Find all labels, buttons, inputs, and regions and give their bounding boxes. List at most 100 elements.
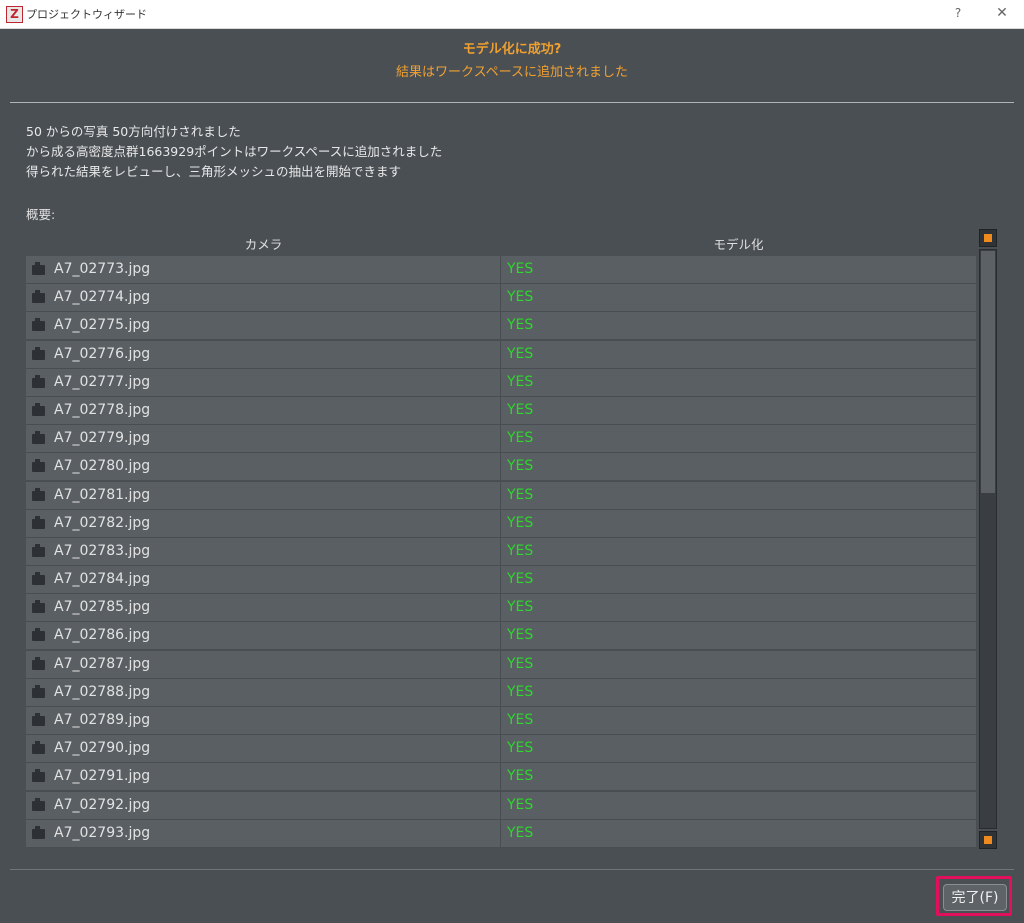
table-row[interactable]: A7_02778.jpg YES — [26, 396, 976, 426]
modeled-cell[interactable]: YES — [501, 481, 976, 509]
camera-table: A7_02773.jpg YES A7_02774.jpg YES A7_02775.j… — [26, 256, 976, 848]
modeled-status: YES — [507, 373, 534, 390]
modeled-cell[interactable]: YES — [501, 453, 976, 481]
modeled-status: YES — [507, 599, 534, 616]
table-row[interactable]: A7_02791.jpg YES — [26, 763, 976, 792]
modeled-cell[interactable]: YES — [501, 594, 976, 622]
table-row[interactable]: A7_02786.jpg YES — [26, 622, 976, 651]
scrollbar-track[interactable] — [979, 249, 997, 829]
help-button[interactable]: ? — [950, 4, 966, 22]
modeled-status: YES — [507, 486, 534, 503]
camera-icon — [32, 797, 45, 811]
camera-cell[interactable]: A7_02786.jpg — [26, 622, 501, 650]
modeled-status: YES — [507, 627, 534, 644]
camera-icon — [32, 346, 45, 360]
camera-name: A7_02782.jpg — [54, 514, 151, 531]
camera-name: A7_02785.jpg — [54, 599, 151, 616]
camera-icon — [32, 543, 45, 557]
camera-cell[interactable]: A7_02793.jpg — [26, 819, 501, 847]
table-row[interactable]: A7_02787.jpg YES — [26, 650, 976, 679]
camera-cell[interactable]: A7_02791.jpg — [26, 763, 501, 791]
camera-icon — [32, 656, 45, 670]
modeled-cell[interactable]: YES — [501, 735, 976, 763]
modeled-cell[interactable]: YES — [501, 566, 976, 594]
camera-icon — [32, 713, 45, 726]
camera-name: A7_02783.jpg — [54, 542, 151, 559]
scrollbar-thumb[interactable] — [981, 251, 995, 493]
table-row[interactable]: A7_02792.jpg YES — [26, 791, 976, 820]
camera-name: A7_02788.jpg — [54, 683, 151, 700]
footer-divider — [10, 869, 1014, 870]
camera-cell[interactable]: A7_02783.jpg — [26, 537, 501, 565]
modeled-cell[interactable]: YES — [501, 256, 976, 283]
modeled-cell[interactable]: YES — [501, 368, 976, 396]
table-row[interactable]: A7_02780.jpg YES — [26, 453, 976, 482]
table-row[interactable]: A7_02782.jpg YES — [26, 509, 976, 538]
camera-icon — [32, 374, 45, 388]
camera-cell[interactable]: A7_02785.jpg — [26, 594, 501, 622]
modeled-cell[interactable]: YES — [501, 312, 976, 340]
camera-name: A7_02780.jpg — [54, 458, 151, 475]
table-row[interactable]: A7_02790.jpg YES — [26, 735, 976, 764]
table-row[interactable]: A7_02785.jpg YES — [26, 594, 976, 623]
camera-cell[interactable]: A7_02775.jpg — [26, 312, 501, 340]
table-row[interactable]: A7_02774.jpg YES — [26, 284, 976, 313]
modeled-cell[interactable]: YES — [501, 537, 976, 565]
scroll-up-button[interactable] — [979, 229, 997, 247]
message-line-1: 50 からの写真 50方向付けされました — [26, 124, 241, 139]
modeled-cell[interactable]: YES — [501, 819, 976, 847]
modeled-cell[interactable]: YES — [501, 622, 976, 650]
table-row[interactable]: A7_02776.jpg YES — [26, 340, 976, 369]
table-row[interactable]: A7_02788.jpg YES — [26, 678, 976, 707]
modeled-cell[interactable]: YES — [501, 678, 976, 706]
camera-cell[interactable]: A7_02780.jpg — [26, 453, 501, 481]
table-row[interactable]: A7_02777.jpg YES — [26, 368, 976, 397]
camera-cell[interactable]: A7_02788.jpg — [26, 678, 501, 706]
column-header-camera[interactable]: カメラ — [26, 234, 501, 253]
modeled-cell[interactable]: YES — [501, 650, 976, 678]
camera-name: A7_02781.jpg — [54, 486, 151, 503]
table-row[interactable]: A7_02775.jpg YES — [26, 312, 976, 341]
table-row[interactable]: A7_02781.jpg YES — [26, 481, 976, 510]
modeled-cell[interactable]: YES — [501, 509, 976, 537]
camera-cell[interactable]: A7_02789.jpg — [26, 707, 501, 734]
camera-cell[interactable]: A7_02792.jpg — [26, 791, 501, 819]
camera-cell[interactable]: A7_02778.jpg — [26, 396, 501, 424]
table-row[interactable]: A7_02793.jpg YES — [26, 819, 976, 848]
table-row[interactable]: A7_02779.jpg YES — [26, 425, 976, 454]
table-row[interactable]: A7_02773.jpg YES — [26, 256, 976, 285]
camera-cell[interactable]: A7_02782.jpg — [26, 509, 501, 537]
camera-name: A7_02784.jpg — [54, 571, 151, 588]
modeled-status: YES — [507, 458, 534, 475]
camera-cell[interactable]: A7_02773.jpg — [26, 256, 501, 283]
camera-cell[interactable]: A7_02784.jpg — [26, 566, 501, 594]
camera-cell[interactable]: A7_02776.jpg — [26, 340, 501, 368]
table-row[interactable]: A7_02784.jpg YES — [26, 566, 976, 595]
finish-button[interactable]: 完了(F) — [943, 884, 1007, 911]
modeled-cell[interactable]: YES — [501, 284, 976, 312]
modeled-cell[interactable]: YES — [501, 340, 976, 368]
camera-cell[interactable]: A7_02777.jpg — [26, 368, 501, 396]
table-row[interactable]: A7_02783.jpg YES — [26, 537, 976, 567]
scroll-down-button[interactable] — [979, 831, 997, 849]
modeled-cell[interactable]: YES — [501, 763, 976, 791]
camera-name: A7_02775.jpg — [54, 317, 151, 334]
camera-cell[interactable]: A7_02781.jpg — [26, 481, 501, 509]
close-button[interactable]: ✕ — [992, 4, 1012, 22]
camera-name: A7_02791.jpg — [54, 768, 151, 785]
camera-cell[interactable]: A7_02787.jpg — [26, 650, 501, 678]
table-row[interactable]: A7_02789.jpg YES — [26, 707, 976, 736]
modeled-cell[interactable]: YES — [501, 396, 976, 424]
modeled-status: YES — [507, 824, 534, 841]
camera-cell[interactable]: A7_02790.jpg — [26, 735, 501, 763]
column-header-modeled[interactable]: モデル化 — [501, 234, 976, 253]
camera-icon — [32, 262, 45, 275]
modeled-cell[interactable]: YES — [501, 425, 976, 453]
modeled-cell[interactable]: YES — [501, 791, 976, 819]
camera-cell[interactable]: A7_02779.jpg — [26, 425, 501, 453]
modeled-cell[interactable]: YES — [501, 707, 976, 734]
camera-icon — [32, 600, 45, 614]
camera-cell[interactable]: A7_02774.jpg — [26, 284, 501, 312]
message-line-2: から成る高密度点群1663929ポイントはワークスペースに追加されました — [26, 144, 443, 159]
camera-name: A7_02779.jpg — [54, 430, 151, 447]
